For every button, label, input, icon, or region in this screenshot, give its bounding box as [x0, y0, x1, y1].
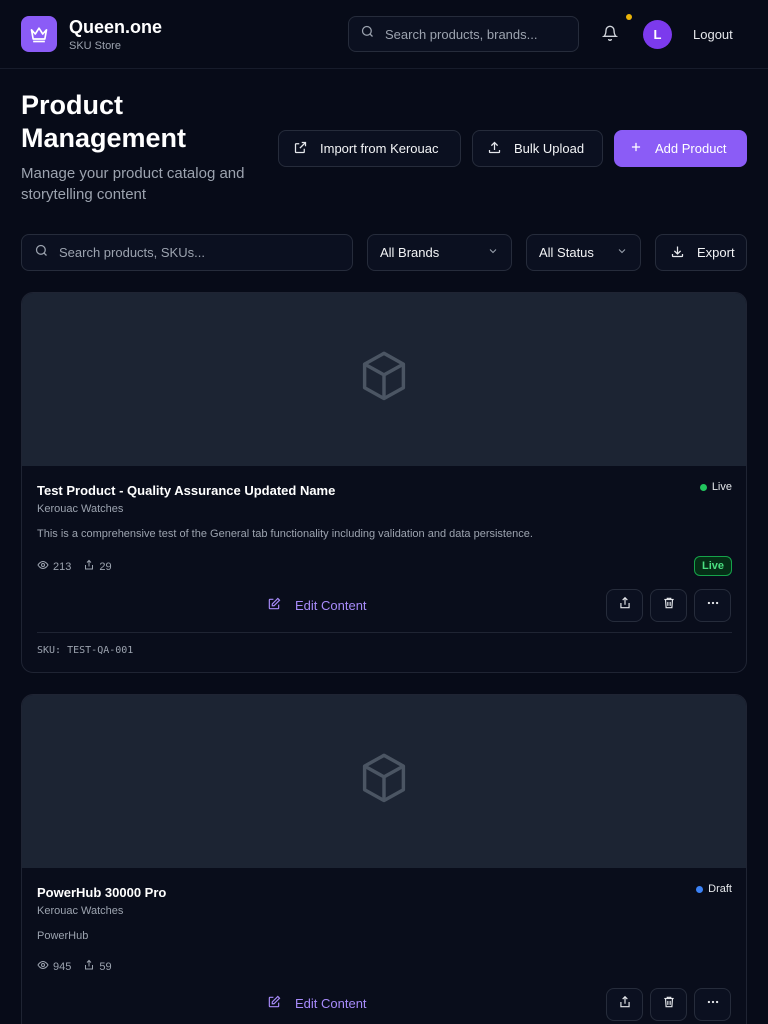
- brand-filter-value: All Brands: [380, 245, 440, 260]
- status-filter-value: All Status: [539, 245, 594, 260]
- edit-content-button[interactable]: Edit Content: [267, 995, 367, 1012]
- product-brand: Kerouac Watches: [37, 905, 124, 917]
- product-search-input[interactable]: [59, 245, 239, 260]
- eye-icon: [37, 959, 49, 974]
- trash-icon: [662, 995, 676, 1014]
- more-horizontal-icon: [706, 995, 720, 1014]
- chevron-down-icon: [487, 245, 499, 260]
- views-count: 945: [53, 960, 72, 973]
- package-icon: [358, 349, 410, 410]
- edit-content-label: Edit Content: [295, 996, 367, 1011]
- page-description: Manage your product catalog and storytel…: [21, 165, 245, 203]
- product-search[interactable]: [21, 234, 353, 271]
- product-card[interactable]: Test Product - Quality Assurance Updated…: [21, 292, 747, 673]
- package-icon: [358, 751, 410, 812]
- delete-button[interactable]: [650, 589, 687, 622]
- share-icon: [83, 959, 95, 974]
- status-badge: Live: [693, 556, 732, 576]
- product-description: This is a comprehensive test of the Gene…: [37, 528, 533, 540]
- product-stats: 945 59: [37, 959, 112, 974]
- product-description: PowerHub: [37, 930, 89, 942]
- product-card[interactable]: PowerHub 30000 Pro Draft Kerouac Watches…: [21, 694, 747, 1024]
- crown-logo-icon[interactable]: [21, 16, 57, 52]
- views-stat: 213: [37, 559, 71, 574]
- share-icon: [618, 596, 632, 615]
- page-title: Product Management: [21, 90, 187, 153]
- avatar[interactable]: L: [643, 20, 672, 49]
- product-sku: SKU: TEST-QA-001: [37, 645, 134, 656]
- shares-count: 59: [99, 960, 112, 973]
- product-stats: 213 29: [37, 559, 112, 574]
- shares-stat: 29: [83, 559, 112, 574]
- status-dot: [699, 483, 707, 491]
- download-icon: [670, 244, 685, 262]
- edit-content-button[interactable]: Edit Content: [267, 597, 367, 614]
- product-name[interactable]: PowerHub 30000 Pro: [37, 885, 166, 900]
- status-indicator: Draft: [696, 883, 732, 895]
- product-brand: Kerouac Watches: [37, 503, 124, 515]
- more-horizontal-icon: [706, 596, 720, 615]
- shares-count: 29: [99, 560, 112, 573]
- trash-icon: [662, 596, 676, 615]
- top-bar: Queen.one SKU Store L Logout: [0, 0, 768, 69]
- status-label: Live: [711, 481, 732, 493]
- import-button-label: Import from Kerouac: [320, 141, 439, 156]
- notification-dot: [626, 14, 632, 20]
- add-product-button[interactable]: Add Product: [614, 130, 747, 167]
- bell-icon[interactable]: [601, 25, 620, 43]
- edit-icon: [267, 995, 281, 1012]
- status-indicator: Live: [699, 481, 732, 493]
- more-options-button[interactable]: [694, 589, 731, 622]
- bulk-upload-button[interactable]: Bulk Upload: [472, 130, 603, 167]
- card-divider: [37, 632, 732, 633]
- export-button[interactable]: Export: [655, 234, 747, 271]
- views-stat: 945: [37, 959, 71, 974]
- delete-button[interactable]: [650, 988, 687, 1021]
- chevron-down-icon: [616, 245, 628, 260]
- bulk-upload-label: Bulk Upload: [514, 141, 585, 156]
- upload-icon: [487, 140, 502, 158]
- status-label: Draft: [708, 883, 732, 895]
- share-icon: [83, 559, 95, 574]
- global-search-input[interactable]: [385, 26, 565, 42]
- edit-icon: [267, 597, 281, 614]
- shares-stat: 59: [83, 959, 112, 974]
- search-icon: [34, 243, 49, 263]
- share-icon: [618, 995, 632, 1014]
- add-product-label: Add Product: [655, 141, 727, 156]
- status-dot: [696, 885, 704, 893]
- search-icon: [360, 24, 375, 44]
- share-button[interactable]: [606, 988, 643, 1021]
- import-button[interactable]: Import from Kerouac: [278, 130, 461, 167]
- edit-content-label: Edit Content: [295, 598, 367, 613]
- plus-icon: [629, 140, 643, 157]
- share-button[interactable]: [606, 589, 643, 622]
- brand-filter-select[interactable]: All Brands: [367, 234, 512, 271]
- product-name[interactable]: Test Product - Quality Assurance Updated…: [37, 483, 335, 498]
- global-search[interactable]: [348, 16, 579, 52]
- logout-button[interactable]: Logout: [693, 27, 733, 42]
- eye-icon: [37, 559, 49, 574]
- status-filter-select[interactable]: All Status: [526, 234, 641, 271]
- export-label: Export: [697, 245, 735, 260]
- views-count: 213: [53, 560, 72, 573]
- external-link-icon: [293, 140, 308, 158]
- more-options-button[interactable]: [694, 988, 731, 1021]
- product-image-placeholder: [22, 695, 746, 868]
- product-image-placeholder: [22, 293, 746, 466]
- app-name: Queen.one: [69, 17, 163, 37]
- app-subtitle: SKU Store: [69, 40, 121, 52]
